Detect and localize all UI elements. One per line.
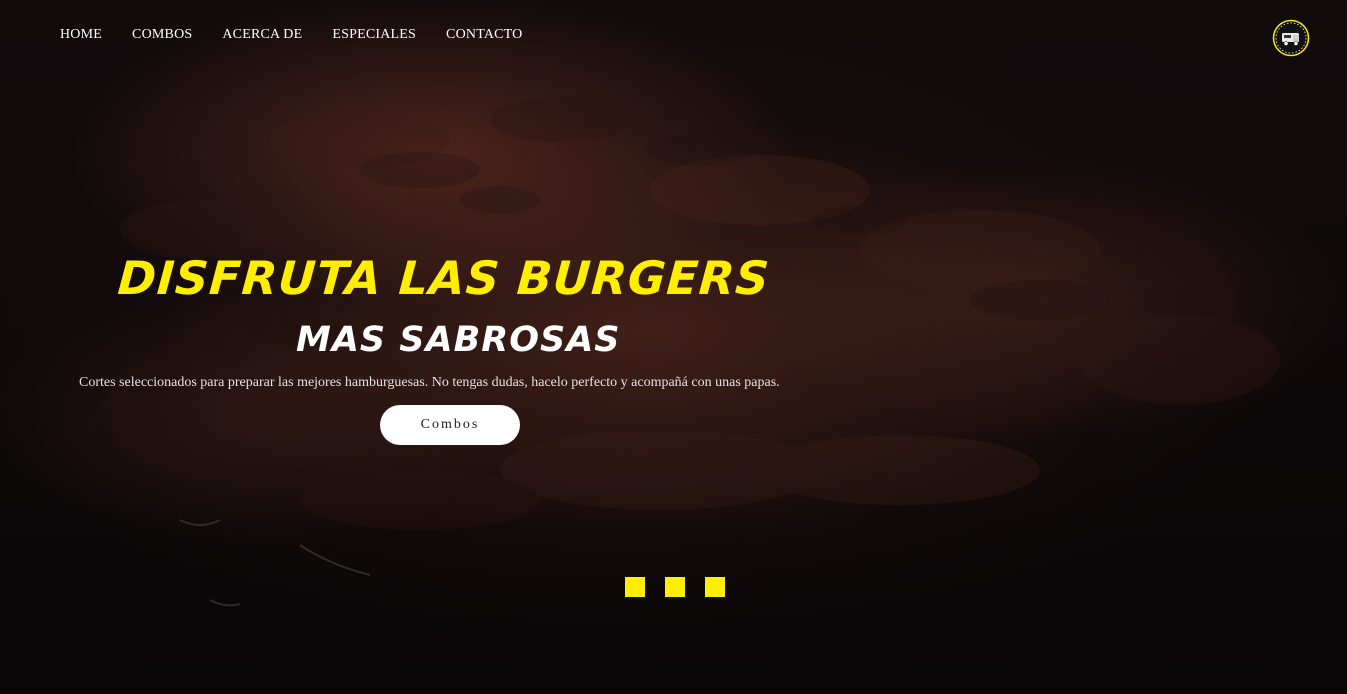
carousel-dot-1[interactable] — [625, 577, 645, 597]
nav-combos-link[interactable]: COMBOS — [132, 26, 192, 43]
hero-description: Cortes seleccionados para preparar las m… — [79, 375, 780, 390]
carousel-indicators — [625, 577, 745, 597]
nav-especiales-link[interactable]: ESPECIALES — [332, 26, 416, 43]
burger-truck-logo-icon[interactable] — [1272, 19, 1310, 57]
nav-home-link[interactable]: HOME — [60, 26, 102, 43]
nav-acerca-link[interactable]: ACERCA DE — [222, 26, 302, 43]
carousel-dot-3[interactable] — [705, 577, 725, 597]
hero-subheadline: MAS SABROSAS — [296, 320, 621, 360]
hero-section: HOME COMBOS ACERCA DE ESPECIALES CONTACT… — [0, 0, 1347, 694]
main-nav: HOME COMBOS ACERCA DE ESPECIALES CONTACT… — [60, 26, 553, 43]
hero-headline: DISFRUTA LAS BURGERS — [116, 251, 772, 305]
carousel-dot-2[interactable] — [665, 577, 685, 597]
nav-contacto-link[interactable]: CONTACTO — [446, 26, 522, 43]
combos-button[interactable]: Combos — [380, 405, 520, 445]
